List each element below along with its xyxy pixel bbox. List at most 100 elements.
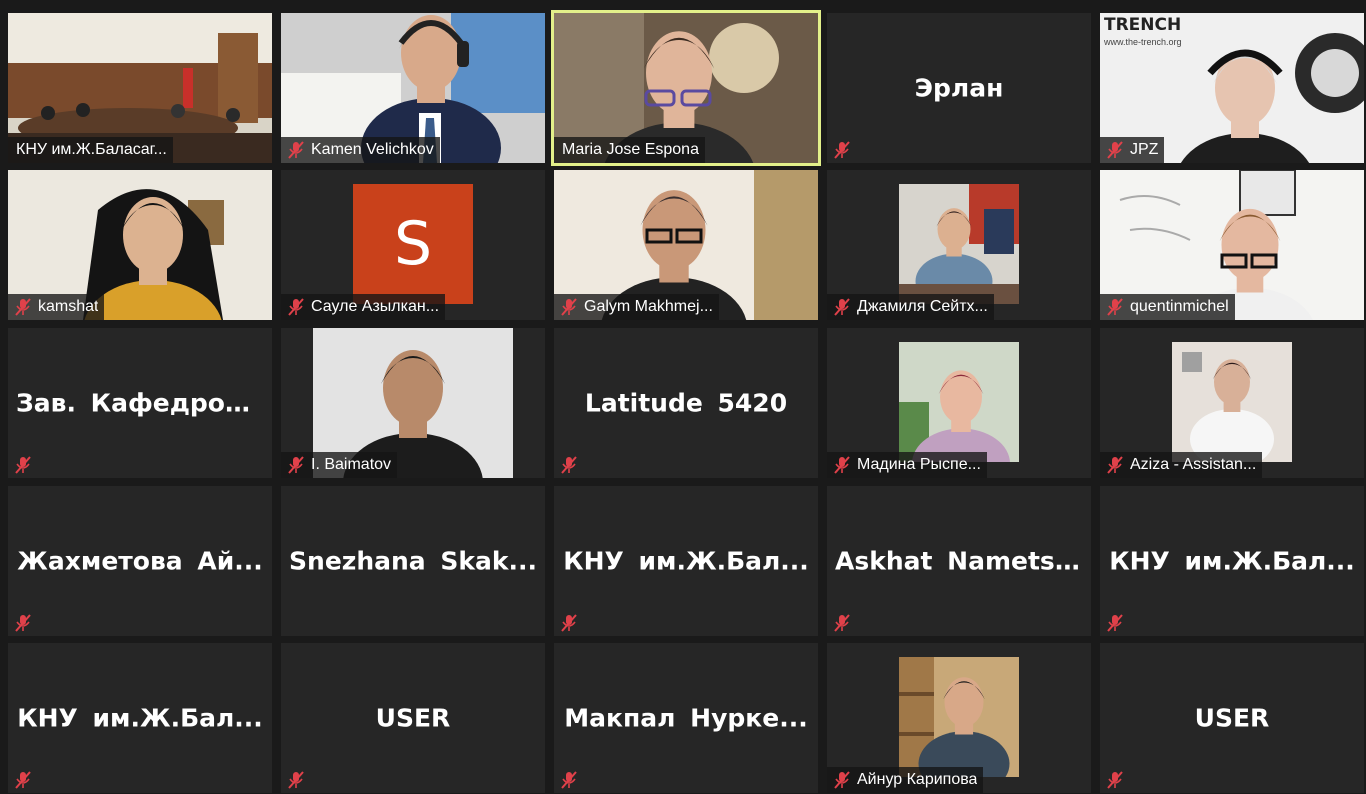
participant-tile[interactable]: Askhat Nametsha bbox=[827, 486, 1091, 636]
mic-muted-icon bbox=[285, 139, 307, 161]
participant-tile[interactable]: Latitude 5420 bbox=[554, 328, 818, 478]
participant-video bbox=[1172, 342, 1292, 462]
participant-tile[interactable]: Жахметова Ай... bbox=[8, 486, 272, 636]
participant-name: Мадина Рыспе... bbox=[857, 456, 981, 473]
participant-name: Сауле Азылкан... bbox=[311, 298, 440, 315]
participant-tile[interactable]: КНУ им.Ж.Бал... bbox=[554, 486, 818, 636]
participant-tile[interactable]: КНУ им.Ж.Бал... bbox=[1100, 486, 1364, 636]
mic-muted-icon bbox=[558, 296, 580, 318]
participant-name-label: Aziza - Assistan... bbox=[1100, 452, 1263, 478]
participant-video bbox=[899, 184, 1019, 304]
mic-muted-icon bbox=[831, 454, 853, 476]
participant-tile[interactable]: USER bbox=[1100, 643, 1364, 793]
mic-muted-icon bbox=[12, 296, 34, 318]
participant-name-label bbox=[554, 767, 586, 793]
participant-name: Айнур Карипова bbox=[857, 771, 978, 788]
trench-url: www.the-trench.org bbox=[1104, 37, 1182, 47]
participant-tile[interactable]: КНУ им.Ж.Баласаг... bbox=[8, 13, 272, 163]
participant-name-label bbox=[827, 137, 859, 163]
participant-tile[interactable]: Зав. Кафедрой... bbox=[8, 328, 272, 478]
participant-tile[interactable]: USER bbox=[281, 643, 545, 793]
participant-display-name: Эрлан bbox=[914, 73, 1004, 103]
participant-tile[interactable]: Джамиля Сейтх... bbox=[827, 170, 1091, 320]
mic-muted-icon bbox=[12, 612, 34, 634]
participant-name: Джамиля Сейтх... bbox=[857, 298, 988, 315]
participant-name-label: Galym Makhmej... bbox=[554, 294, 719, 320]
mic-muted-icon bbox=[1104, 139, 1126, 161]
participant-display-name: Жахметова Ай... bbox=[17, 546, 263, 576]
mic-muted-icon bbox=[558, 769, 580, 791]
participant-tile[interactable]: TRENCH www.the-trench.org JPZ bbox=[1100, 13, 1364, 163]
mic-muted-icon bbox=[558, 454, 580, 476]
participant-name: quentinmichel bbox=[1130, 298, 1229, 315]
participant-tile[interactable]: quentinmichel bbox=[1100, 170, 1364, 320]
participant-tile[interactable]: Kamen Velichkov bbox=[281, 13, 545, 163]
participant-name-label: Сауле Азылкан... bbox=[281, 294, 446, 320]
mic-muted-icon bbox=[831, 612, 853, 634]
participant-tile[interactable]: Snezhana Skak... bbox=[281, 486, 545, 636]
participant-display-name: КНУ им.Ж.Бал... bbox=[563, 546, 809, 576]
participant-display-name: USER bbox=[375, 703, 451, 733]
participant-avatar: S bbox=[353, 184, 473, 304]
participant-tile[interactable]: Maria Jose Espona bbox=[551, 10, 821, 166]
participant-name-label bbox=[827, 610, 859, 636]
participant-display-name: Макпал Нурке... bbox=[564, 703, 808, 733]
participant-video bbox=[899, 657, 1019, 777]
participant-name: JPZ bbox=[1130, 141, 1159, 158]
participant-name-label: КНУ им.Ж.Баласаг... bbox=[8, 137, 173, 163]
participant-name-label: Айнур Карипова bbox=[827, 767, 984, 793]
participant-name: КНУ им.Ж.Баласаг... bbox=[16, 141, 167, 158]
participant-name: Aziza - Assistan... bbox=[1130, 456, 1257, 473]
participant-name-label: Maria Jose Espona bbox=[554, 137, 705, 163]
participant-name-label: kamshat bbox=[8, 294, 105, 320]
participant-name: Kamen Velichkov bbox=[311, 141, 434, 158]
participant-tile[interactable]: Мадина Рыспе... bbox=[827, 328, 1091, 478]
participant-tile[interactable]: Aziza - Assistan... bbox=[1100, 328, 1364, 478]
participant-display-name: USER bbox=[1194, 703, 1270, 733]
participant-tile[interactable]: КНУ им.Ж.Бал... bbox=[8, 643, 272, 793]
mic-muted-icon bbox=[1104, 296, 1126, 318]
mic-muted-icon bbox=[831, 769, 853, 791]
participant-name-label bbox=[281, 610, 291, 636]
participant-name-label: I. Baimatov bbox=[281, 452, 398, 478]
participant-name-label: Kamen Velichkov bbox=[281, 137, 440, 163]
participant-tile[interactable]: Эрлан bbox=[827, 13, 1091, 163]
participant-tile[interactable]: Макпал Нурке... bbox=[554, 643, 818, 793]
mic-muted-icon bbox=[285, 769, 307, 791]
participant-name: Galym Makhmej... bbox=[584, 298, 713, 315]
participant-tile[interactable]: I. Baimatov bbox=[281, 328, 545, 478]
participant-name-label: Джамиля Сейтх... bbox=[827, 294, 994, 320]
mic-muted-icon bbox=[1104, 454, 1126, 476]
mic-muted-icon bbox=[12, 769, 34, 791]
participant-name-label bbox=[1100, 610, 1132, 636]
participant-display-name: Зав. Кафедрой... bbox=[16, 388, 271, 418]
mic-muted-icon bbox=[831, 296, 853, 318]
participant-name-label bbox=[8, 452, 40, 478]
participant-display-name: Latitude 5420 bbox=[584, 388, 788, 418]
participant-name-label bbox=[554, 452, 586, 478]
participant-tile[interactable]: Айнур Карипова bbox=[827, 643, 1091, 793]
mic-muted-icon bbox=[285, 296, 307, 318]
participant-name: Maria Jose Espona bbox=[562, 141, 699, 158]
participant-video bbox=[899, 342, 1019, 462]
participant-name: kamshat bbox=[38, 298, 99, 315]
participant-gallery: КНУ им.Ж.Баласаг... Kamen Velichkov Mari… bbox=[0, 0, 1366, 794]
participant-name-label bbox=[1100, 767, 1132, 793]
mic-muted-icon bbox=[558, 612, 580, 634]
participant-name-label bbox=[554, 610, 586, 636]
mic-muted-icon bbox=[285, 454, 307, 476]
participant-display-name: Snezhana Skak... bbox=[289, 546, 537, 576]
mic-muted-icon bbox=[12, 454, 34, 476]
participant-tile[interactable]: S Сауле Азылкан... bbox=[281, 170, 545, 320]
participant-name-label: Мадина Рыспе... bbox=[827, 452, 987, 478]
participant-tile[interactable]: kamshat bbox=[8, 170, 272, 320]
participant-name: I. Baimatov bbox=[311, 456, 392, 473]
mic-muted-icon bbox=[1104, 612, 1126, 634]
participant-name-label bbox=[8, 610, 40, 636]
trench-logo: TRENCH bbox=[1104, 15, 1182, 35]
mic-muted-icon bbox=[1104, 769, 1126, 791]
participant-name-label bbox=[281, 767, 313, 793]
participant-name-label: JPZ bbox=[1100, 137, 1165, 163]
participant-tile[interactable]: Galym Makhmej... bbox=[554, 170, 818, 320]
participant-display-name: КНУ им.Ж.Бал... bbox=[17, 703, 263, 733]
